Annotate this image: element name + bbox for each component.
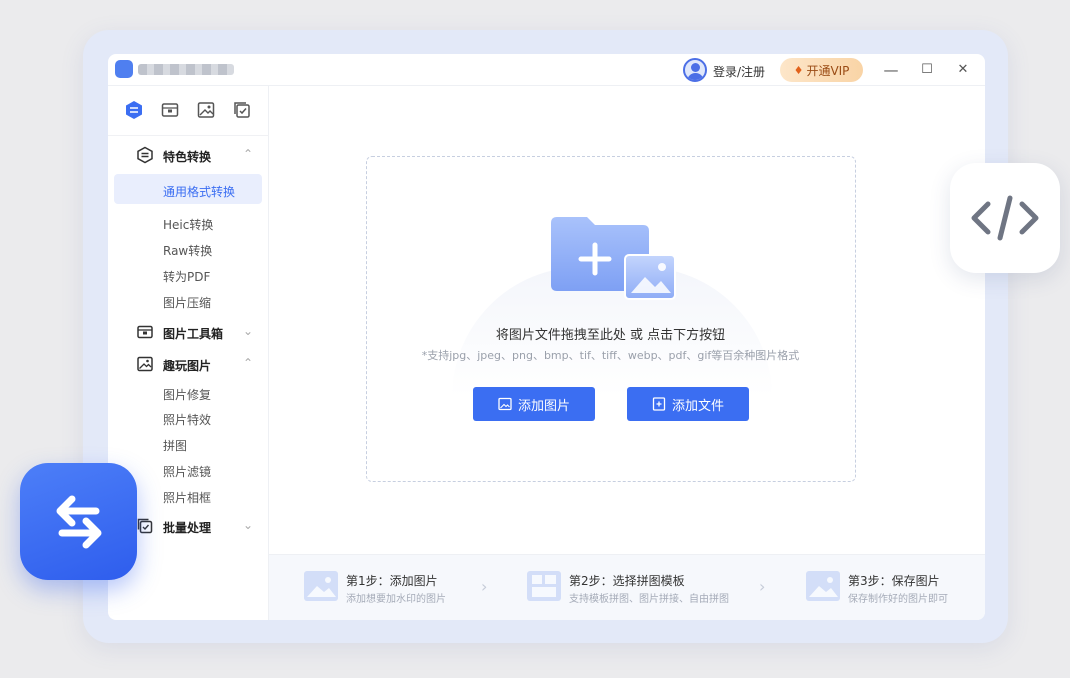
- maximize-button[interactable]: ☐: [916, 60, 938, 80]
- template-step-icon: [527, 571, 561, 601]
- open-vip-button[interactable]: ♦ 开通VIP: [780, 58, 863, 82]
- diamond-icon: ♦: [793, 63, 804, 77]
- drop-zone[interactable]: 将图片文件拖拽至此处 或 点击下方按钮 *支持jpg、jpeg、png、bmp、…: [366, 156, 856, 482]
- batch-icon[interactable]: [232, 100, 252, 120]
- image-icon[interactable]: [196, 100, 216, 120]
- chevron-up-icon: ⌃: [243, 147, 254, 161]
- nav-group-fun-images[interactable]: 趣玩图片 ⌃: [108, 351, 269, 377]
- close-button[interactable]: ✕: [952, 60, 974, 80]
- login-register-link[interactable]: 登录/注册: [713, 63, 765, 80]
- minimize-button[interactable]: —: [880, 60, 902, 80]
- add-file-icon: [652, 397, 666, 411]
- toolbox-icon[interactable]: [160, 100, 180, 120]
- user-avatar-icon[interactable]: [683, 58, 707, 82]
- sidebar-item-compress[interactable]: 图片压缩: [163, 294, 211, 311]
- sidebar-item-raw[interactable]: Raw转换: [163, 242, 212, 259]
- chevron-down-icon: ⌄: [243, 324, 254, 338]
- drop-hint-text: 将图片文件拖拽至此处 或 点击下方按钮: [495, 328, 726, 343]
- sidebar-item-heic[interactable]: Heic转换: [163, 216, 213, 233]
- swap-badge: [20, 463, 137, 580]
- sidebar-icon-tabs: [108, 86, 269, 136]
- batch-icon: [136, 517, 154, 535]
- app-logo: [115, 60, 133, 78]
- step-1: 第1步：添加图片 添加想要加水印的图片: [304, 569, 504, 609]
- nav-group-toolbox[interactable]: 图片工具箱 ⌄: [108, 319, 269, 345]
- supported-formats-text: *支持jpg、jpeg、png、bmp、tif、tiff、webp、pdf、gi…: [421, 349, 800, 362]
- title-bar: 登录/注册 ♦ 开通VIP — ☐ ✕: [108, 54, 985, 86]
- image-icon: [498, 397, 512, 411]
- code-badge: [950, 163, 1060, 273]
- sidebar-item-to-pdf[interactable]: 转为PDF: [163, 268, 210, 285]
- app-window: 登录/注册 ♦ 开通VIP — ☐ ✕ 特色转换 ⌃ 通用格式转换 Heic转换…: [108, 54, 985, 620]
- code-icon: [971, 195, 1039, 241]
- sidebar-item-collage[interactable]: 拼图: [163, 437, 187, 454]
- chevron-down-icon: ⌄: [243, 518, 254, 532]
- step-3: 第3步：保存图片 保存制作好的图片即可: [806, 569, 985, 609]
- add-image-step-icon: [304, 571, 338, 601]
- convert-icon: [136, 146, 154, 164]
- sidebar-item-frames[interactable]: 照片相框: [163, 489, 211, 506]
- sidebar-item-repair[interactable]: 图片修复: [163, 386, 211, 403]
- nav-group-special-convert[interactable]: 特色转换 ⌃: [108, 142, 269, 168]
- chevron-up-icon: ⌃: [243, 356, 254, 370]
- app-title: [138, 64, 234, 75]
- add-file-button[interactable]: 添加文件: [627, 387, 749, 421]
- image-icon: [136, 355, 154, 373]
- chevron-right-icon: ›: [481, 577, 488, 596]
- add-folder-icon: [547, 215, 681, 305]
- sidebar-item-effects[interactable]: 照片特效: [163, 411, 211, 428]
- convert-icon[interactable]: [124, 100, 144, 120]
- step-2: 第2步：选择拼图模板 支持模板拼图、图片拼接、自由拼图: [527, 569, 729, 609]
- chevron-right-icon: ›: [759, 577, 766, 596]
- toolbox-icon: [136, 323, 154, 341]
- sidebar-item-general-convert[interactable]: 通用格式转换: [163, 183, 235, 200]
- save-image-step-icon: [806, 571, 840, 601]
- swap-arrows-icon: [56, 495, 101, 548]
- sidebar-item-filters[interactable]: 照片滤镜: [163, 463, 211, 480]
- vip-label: 开通VIP: [806, 63, 850, 78]
- add-image-button[interactable]: 添加图片: [473, 387, 595, 421]
- steps-bar: 第1步：添加图片 添加想要加水印的图片 › 第2步：选择拼图模板 支持模板拼图、…: [269, 554, 985, 620]
